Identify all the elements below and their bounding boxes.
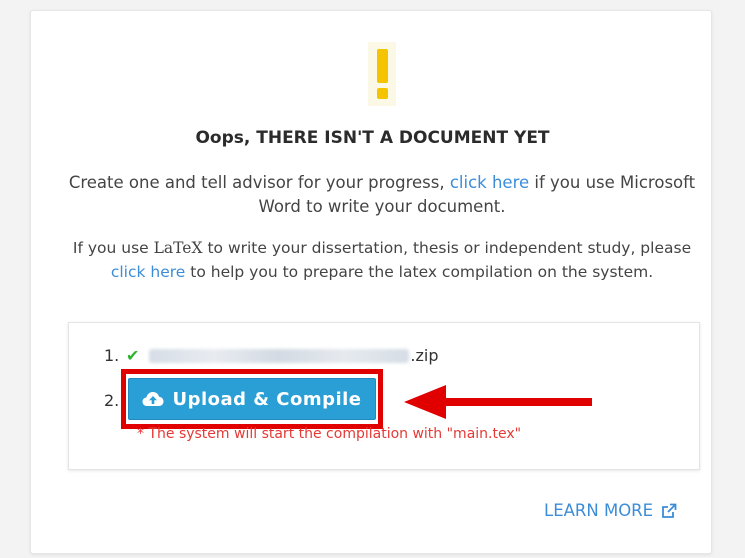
external-link-icon xyxy=(662,503,677,518)
upload-button-label: Upload & Compile xyxy=(172,388,362,410)
latex-label: LaTeX xyxy=(153,239,203,257)
step-1-file: 1. ✔ .zip xyxy=(104,346,439,365)
step-1-number: 1. xyxy=(104,346,120,365)
page-title: Oops, THERE ISN'T A DOCUMENT YET xyxy=(195,128,550,148)
cloud-upload-icon xyxy=(142,392,164,406)
learn-more-label: LEARN MORE xyxy=(544,501,654,520)
latex-info-text: If you use LaTeX to write your dissertat… xyxy=(72,239,692,281)
step-2-number: 2. xyxy=(104,391,120,410)
upload-compile-button[interactable]: Upload & Compile xyxy=(128,378,376,420)
red-arrow xyxy=(404,385,592,419)
blurred-filename xyxy=(149,348,410,363)
intro-text: Create one and tell advisor for your pro… xyxy=(68,173,696,216)
file-extension: .zip xyxy=(410,346,439,365)
latex-help-link[interactable]: click here xyxy=(111,263,186,281)
word-help-link[interactable]: click here xyxy=(450,173,529,192)
checkmark-icon: ✔ xyxy=(126,346,140,365)
exclamation-icon xyxy=(368,42,396,106)
learn-more-link[interactable]: LEARN MORE xyxy=(544,501,677,520)
compile-note: * The system will start the compilation … xyxy=(137,426,522,442)
